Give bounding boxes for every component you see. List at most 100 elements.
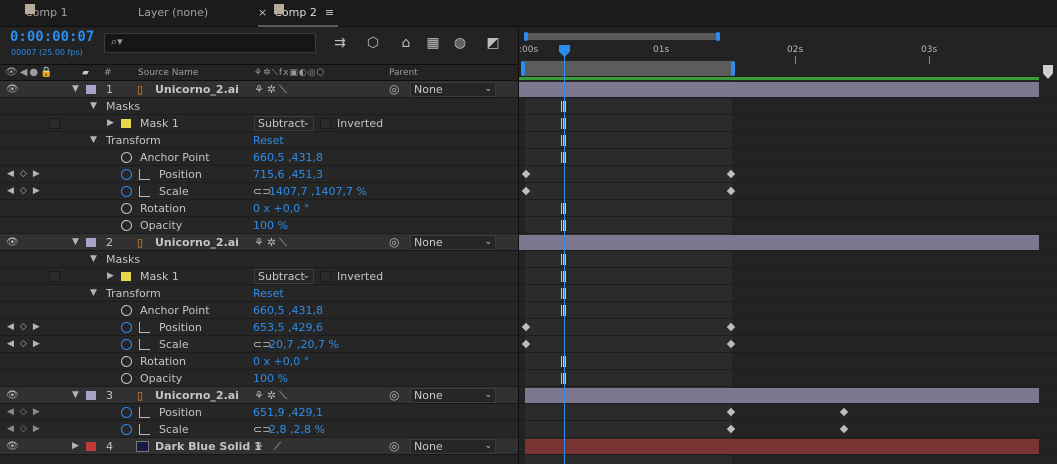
property-row[interactable]: Anchor Point 660,5 ,431,8 [0, 302, 518, 319]
work-area-end[interactable] [731, 61, 735, 76]
parent-dropdown[interactable]: None ⌄ [410, 82, 496, 97]
keyframe-navigator-icon[interactable]: ◀◇▶ [7, 319, 46, 336]
comp-mini-flowchart-icon[interactable]: ⇉ [330, 34, 350, 52]
twirl-right-icon[interactable]: ▶ [107, 268, 114, 285]
stopwatch-icon[interactable] [121, 203, 132, 214]
property-row[interactable]: Rotation 0 x +0,0 ° [0, 200, 518, 217]
mask-mode-dropdown[interactable]: Subtract ⌄ [254, 116, 314, 131]
twirl-down-icon[interactable]: ▼ [90, 285, 97, 302]
label-color-swatch[interactable] [86, 391, 96, 400]
graph-editor-icon[interactable]: ◩ [483, 34, 503, 52]
stopwatch-icon[interactable] [121, 186, 132, 197]
scale-value[interactable]: 2,8 ,2,8 % [269, 421, 325, 438]
mask-switch[interactable] [49, 118, 60, 129]
pickwhip-icon[interactable]: ◎ [389, 387, 399, 404]
stopwatch-icon[interactable] [121, 424, 132, 435]
keyframe[interactable] [521, 169, 531, 179]
property-row[interactable]: ◀◇▶ Position 653,5 ,429,6 [0, 319, 518, 336]
mask-mode-dropdown[interactable]: Subtract ⌄ [254, 269, 314, 284]
keyframe[interactable] [521, 322, 531, 332]
layer-duration-bar[interactable] [519, 235, 1039, 250]
layer-name[interactable]: Unicorno_2.ai [155, 387, 239, 404]
parent-dropdown[interactable]: None ⌄ [410, 235, 496, 250]
keyframe-navigator-icon[interactable]: ◀◇▶ [7, 404, 46, 421]
stopwatch-icon[interactable] [121, 339, 132, 350]
opacity-value[interactable]: 100 % [253, 217, 288, 234]
masks-group-row[interactable]: ▼ Masks [0, 98, 518, 115]
layer-duration-bar[interactable] [525, 439, 1039, 454]
stopwatch-icon[interactable] [121, 407, 132, 418]
layer-name[interactable]: Unicorno_2.ai [155, 234, 239, 251]
mask-row[interactable]: ▶ Mask 1 Subtract ⌄ Inverted [0, 115, 518, 132]
layer-name[interactable]: Dark Blue Solid 1 [155, 438, 262, 455]
keyframe[interactable] [726, 186, 736, 196]
reset-link[interactable]: Reset [253, 285, 284, 302]
twirl-down-icon[interactable]: ▼ [90, 251, 97, 268]
keyframe-navigator-icon[interactable]: ◀◇▶ [7, 166, 46, 183]
transform-group-row[interactable]: ▼ Transform Reset [0, 132, 518, 149]
layer-switches-icon[interactable]: ⚘ ⟋ [254, 438, 284, 455]
mask-row[interactable]: ▶ Mask 1 Subtract ⌄ Inverted [0, 268, 518, 285]
layer-row[interactable]: 👁 ▶ 4 Dark Blue Solid 1 ⚘ ⟋ ◎ None ⌄ [0, 438, 518, 455]
property-row[interactable]: Rotation 0 x +0,0 ° [0, 353, 518, 370]
pickwhip-icon[interactable]: ◎ [389, 438, 399, 455]
time-ruler[interactable]: :00s 01s 02s 03s [519, 27, 1057, 81]
twirl-down-icon[interactable]: ▼ [72, 234, 79, 251]
anchor-point-value[interactable]: 660,5 ,431,8 [253, 302, 323, 319]
rotation-value[interactable]: 0 x +0,0 ° [253, 353, 309, 370]
stopwatch-icon[interactable] [121, 305, 132, 316]
keyframe-navigator-icon[interactable]: ◀◇▶ [7, 336, 46, 353]
property-row[interactable]: Opacity 100 % [0, 217, 518, 234]
keyframe[interactable] [839, 407, 849, 417]
layer-name[interactable]: Unicorno_2.ai [155, 81, 239, 98]
keyframe[interactable] [521, 339, 531, 349]
tab-comp-1[interactable]: Comp 1 [25, 0, 68, 27]
eye-icon[interactable]: 👁 [6, 234, 19, 251]
graph-icon[interactable] [139, 424, 150, 435]
stopwatch-icon[interactable] [121, 373, 132, 384]
mask-switch[interactable] [49, 271, 60, 282]
property-row[interactable]: ◀◇▶ Scale ⊂⊃ 20,7 ,20,7 % [0, 336, 518, 353]
stopwatch-icon[interactable] [121, 169, 132, 180]
layer-duration-bar[interactable] [525, 388, 1039, 403]
property-row[interactable]: Opacity 100 % [0, 370, 518, 387]
rotation-value[interactable]: 0 x +0,0 ° [253, 200, 309, 217]
masks-group-row[interactable]: ▼ Masks [0, 251, 518, 268]
work-area-bar[interactable] [525, 61, 733, 76]
position-value[interactable]: 653,5 ,429,6 [253, 319, 323, 336]
twirl-right-icon[interactable]: ▶ [72, 438, 79, 455]
anchor-point-value[interactable]: 660,5 ,431,8 [253, 149, 323, 166]
pickwhip-icon[interactable]: ◎ [389, 81, 399, 98]
inverted-checkbox[interactable] [320, 118, 331, 129]
stopwatch-icon[interactable] [121, 356, 132, 367]
property-row[interactable]: ◀◇▶ Position 715,6 ,451,3 [0, 166, 518, 183]
keyframe[interactable] [839, 424, 849, 434]
reset-link[interactable]: Reset [253, 132, 284, 149]
close-icon[interactable]: × [258, 6, 267, 19]
layer-row[interactable]: 👁 ▼ 3 ▯ Unicorno_2.ai ⚘✲⟍ ◎ None ⌄ [0, 387, 518, 404]
time-navigator-end[interactable] [716, 32, 720, 41]
graph-icon[interactable] [139, 407, 150, 418]
keyframe[interactable] [521, 186, 531, 196]
source-name-header[interactable]: Source Name [138, 66, 198, 80]
time-navigator-start[interactable] [524, 32, 528, 41]
label-color-swatch[interactable] [86, 85, 96, 94]
label-color-swatch[interactable] [86, 442, 96, 451]
graph-icon[interactable] [139, 322, 150, 333]
parent-dropdown[interactable]: None ⌄ [410, 388, 496, 403]
twirl-right-icon[interactable]: ▶ [107, 115, 114, 132]
current-time-display[interactable]: 0:00:00:07 [10, 29, 94, 45]
shy-layers-icon[interactable]: ⌂ [396, 34, 416, 52]
property-row[interactable]: Anchor Point 660,5 ,431,8 [0, 149, 518, 166]
scale-value[interactable]: 1407,7 ,1407,7 % [269, 183, 367, 200]
pickwhip-icon[interactable]: ◎ [389, 234, 399, 251]
stopwatch-icon[interactable] [121, 152, 132, 163]
work-area-start[interactable] [521, 61, 525, 76]
keyframe-navigator-icon[interactable]: ◀◇▶ [7, 183, 46, 200]
property-row[interactable]: ◀◇▶ Scale ⊂⊃ 1407,7 ,1407,7 % [0, 183, 518, 200]
label-color-swatch[interactable] [86, 238, 96, 247]
comp-end-marker-icon[interactable] [1043, 65, 1053, 79]
twirl-down-icon[interactable]: ▼ [90, 132, 97, 149]
twirl-down-icon[interactable]: ▼ [72, 81, 79, 98]
transform-group-row[interactable]: ▼ Transform Reset [0, 285, 518, 302]
